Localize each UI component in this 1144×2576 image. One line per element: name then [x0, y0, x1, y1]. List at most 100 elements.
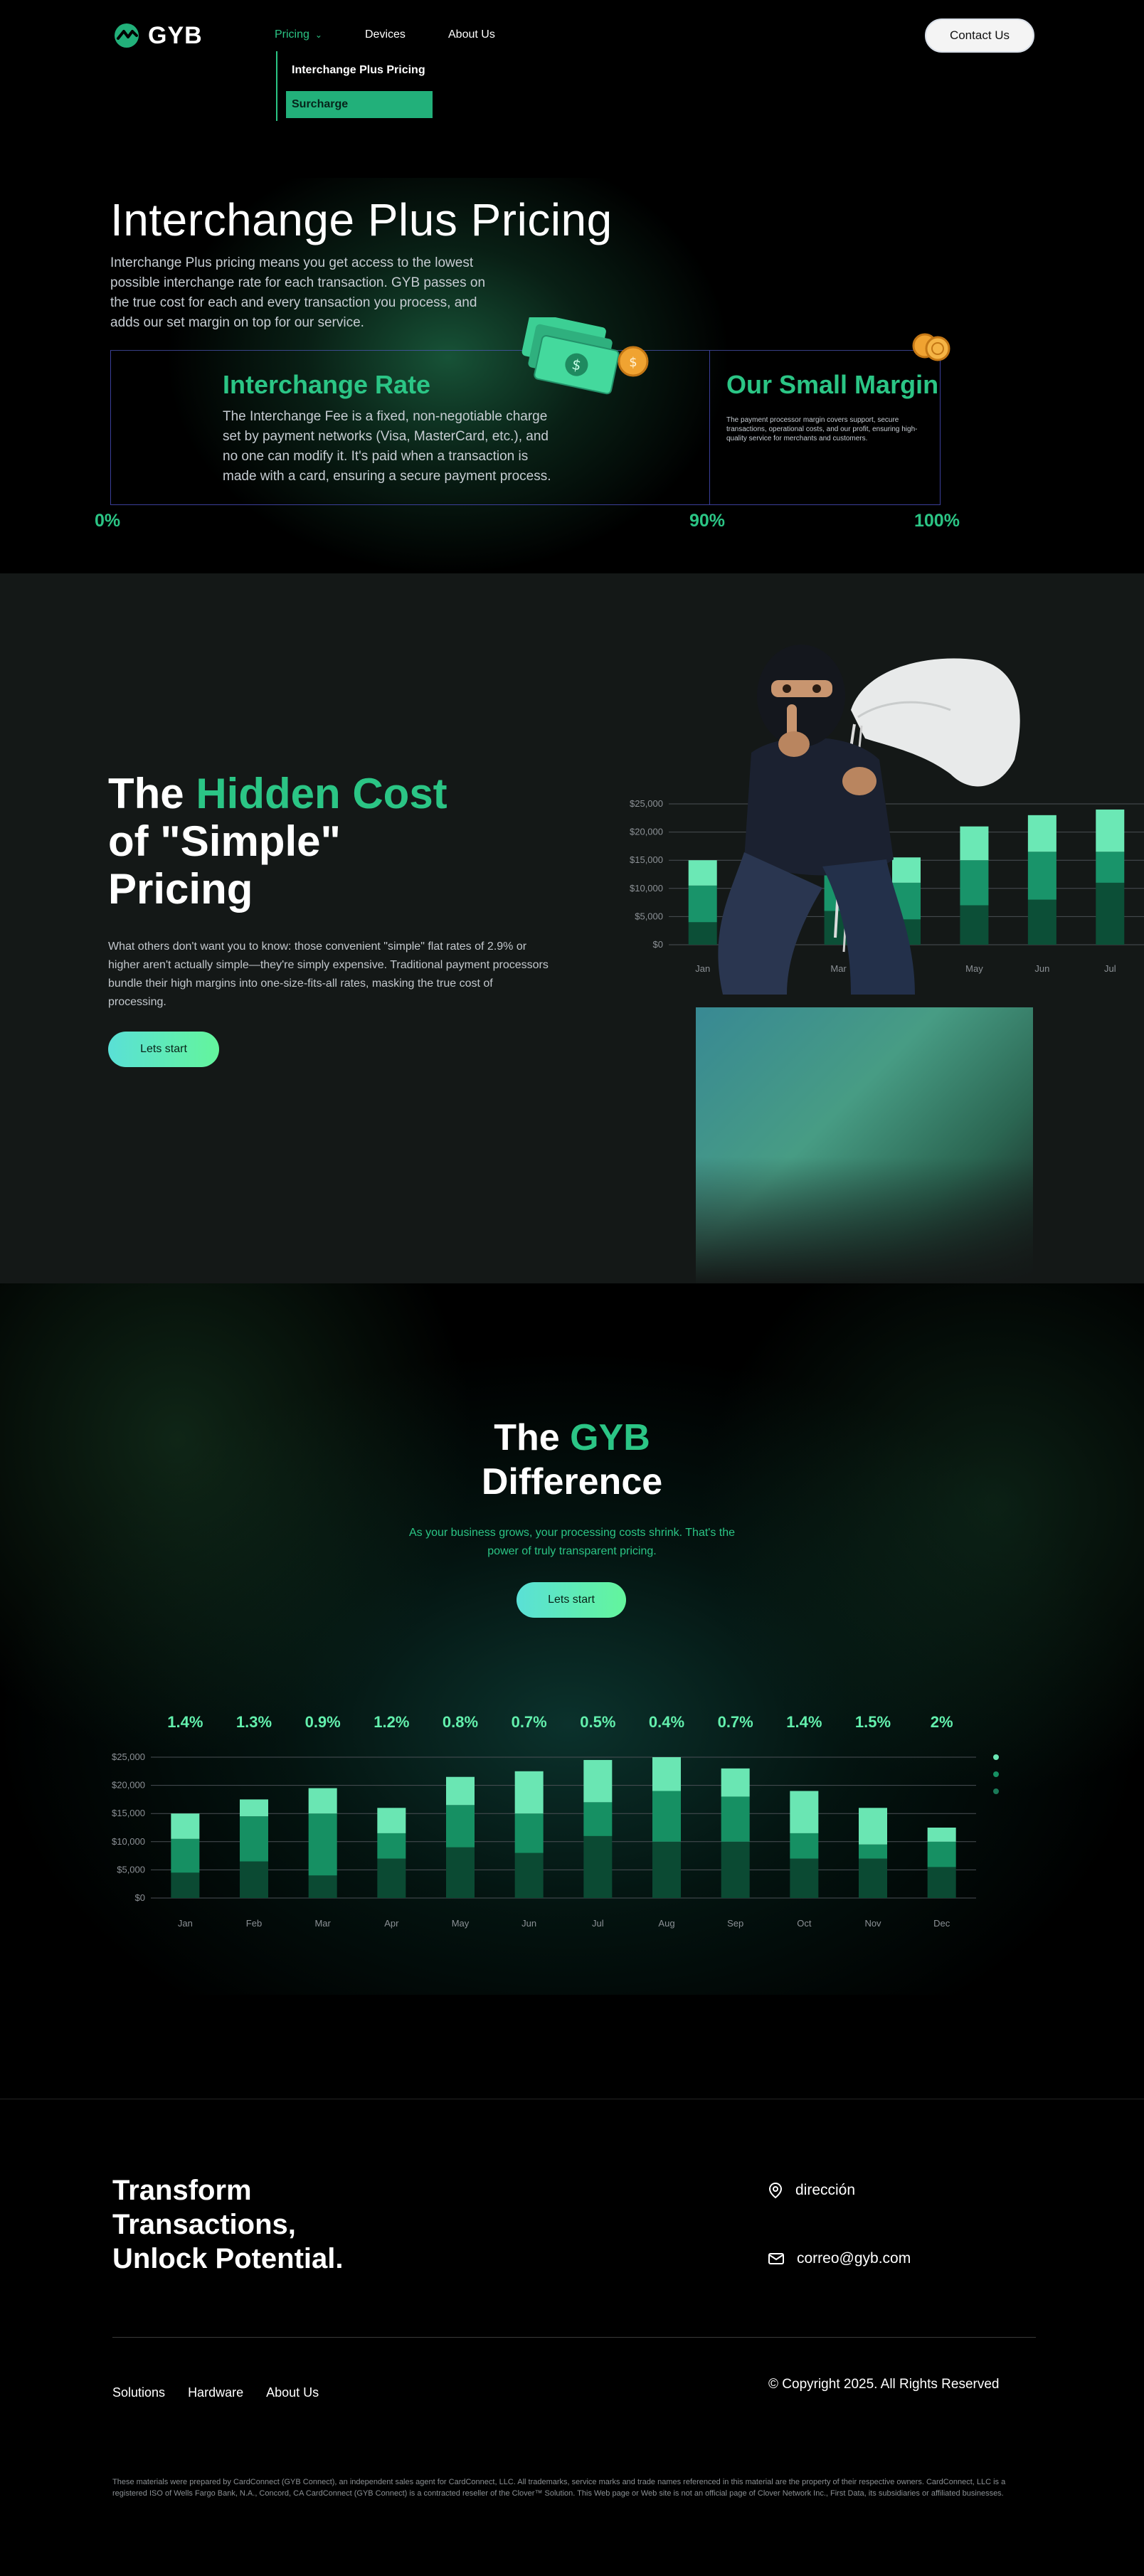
lets-start-button[interactable]: Lets start: [517, 1582, 626, 1618]
hidden-cost-text: What others don't want you to know: thos…: [108, 940, 549, 1008]
dropdown-item-surcharge[interactable]: Surcharge: [286, 91, 433, 118]
footer-links: Solutions Hardware About Us: [112, 2385, 319, 2400]
footer-email-text: correo@gyb.com: [797, 2250, 911, 2267]
hero-section: GYB Pricing ⌄ Devices About Us Interchan…: [0, 0, 1144, 573]
footer-tagline-line3: Unlock Potential.: [112, 2243, 344, 2274]
footer-link-about-us[interactable]: About Us: [266, 2385, 319, 2400]
difference-subtitle: As your business grows, your processing …: [408, 1527, 736, 1557]
chart-bar-segment: [652, 1841, 681, 1898]
hidden-cost-title: The Hidden Cost of "Simple" Pricing: [108, 770, 447, 913]
chart-bar-segment: [308, 1813, 337, 1876]
chart-bar-segment: [240, 1861, 268, 1898]
chart-legend-dot: [993, 1788, 999, 1794]
footer-address-text: dirección: [795, 2182, 856, 2198]
chart-bar-segment: [377, 1858, 406, 1898]
chevron-down-icon: ⌄: [314, 30, 322, 40]
chart-bar-segment: [790, 1833, 819, 1859]
dropdown-item-interchange-plus[interactable]: Interchange Plus Pricing: [292, 64, 425, 77]
chart-y-tick-label: $10,000: [112, 1836, 145, 1847]
chart-bar-segment: [859, 1844, 887, 1859]
chart-bar-segment: [927, 1867, 956, 1898]
chart-bar-segment: [514, 1771, 544, 1814]
money-stack-icon: $ $: [521, 317, 649, 395]
chart-bar-segment: [927, 1841, 956, 1867]
nav-pricing[interactable]: Pricing ⌄: [275, 28, 322, 41]
chart-bar-segment: [721, 1768, 750, 1797]
chart-bar-segment: [446, 1776, 475, 1806]
footer-tagline-line1: Transform: [112, 2175, 252, 2206]
chart-bar-segment: [1027, 852, 1056, 900]
chart-bar-segment: [514, 1853, 544, 1898]
mail-icon: [768, 2253, 784, 2264]
gyb-difference-section: The GYB Difference As your business grow…: [0, 1283, 1144, 2099]
chart-rate-label: 0.7%: [512, 1713, 547, 1731]
chart-rate-label: 0.8%: [443, 1713, 478, 1731]
chart-rate-label: 1.4%: [786, 1713, 822, 1731]
chart-y-tick-label: $25,000: [630, 798, 663, 809]
chart-y-tick-label: $0: [653, 939, 663, 950]
chart-y-tick-label: $15,000: [630, 854, 663, 865]
chart-x-tick-label: Aug: [658, 1918, 674, 1929]
chart-y-tick-label: $5,000: [117, 1864, 145, 1875]
chart-bar-segment: [652, 1757, 681, 1791]
scale-label-0: 0%: [95, 511, 121, 531]
chart-bar-segment: [240, 1816, 268, 1862]
hidden-cost-title-accent: Hidden Cost: [196, 770, 447, 817]
footer-email[interactable]: correo@gyb.com: [768, 2250, 911, 2267]
chart-rate-label: 1.2%: [374, 1713, 409, 1731]
chart-bar-segment: [721, 1796, 750, 1842]
decorative-gradient-fade: [696, 1157, 1033, 1283]
chart-x-tick-label: Mar: [314, 1918, 331, 1929]
chart-bar-segment: [446, 1805, 475, 1848]
chart-bar-segment: [790, 1791, 819, 1833]
chart-rate-label: 0.5%: [580, 1713, 615, 1731]
chart-bar-segment: [377, 1833, 406, 1859]
chart-rate-label: 0.7%: [718, 1713, 753, 1731]
footer-legal-disclaimer: These materials were prepared by CardCon…: [112, 2478, 1006, 2498]
hidden-cost-title-line2: of "Simple": [108, 817, 341, 865]
chart-x-tick-label: Sep: [727, 1918, 743, 1929]
chart-bar-segment: [1096, 852, 1125, 883]
hidden-cost-section: The Hidden Cost of "Simple" Pricing What…: [0, 573, 1144, 1283]
chart-y-tick-label: $20,000: [630, 827, 663, 837]
footer: Transform Transactions, Unlock Potential…: [0, 2099, 1144, 2576]
chart-legend-dot: [993, 1771, 999, 1777]
location-pin-icon: [768, 2182, 783, 2199]
contact-us-button[interactable]: Contact Us: [925, 18, 1034, 53]
chart-y-tick-label: $15,000: [112, 1808, 145, 1818]
footer-tagline-line2: Transactions,: [112, 2209, 296, 2240]
chart-rate-label: 0.9%: [305, 1713, 341, 1731]
chart-bar-segment: [859, 1858, 887, 1898]
chart-bar-segment: [171, 1872, 200, 1898]
chart-x-tick-label: May: [452, 1918, 470, 1929]
lets-start-button[interactable]: Lets start: [108, 1032, 219, 1067]
chart-bar-segment: [1027, 815, 1056, 852]
logo-text: GYB: [148, 21, 203, 49]
scale-label-90: 90%: [689, 511, 726, 531]
nav-devices[interactable]: Devices: [365, 28, 406, 41]
footer-link-solutions[interactable]: Solutions: [112, 2385, 165, 2400]
chart-rate-label: 1.3%: [236, 1713, 272, 1731]
chart-x-tick-label: Apr: [384, 1918, 399, 1929]
chart-bar-segment: [790, 1858, 819, 1898]
annual-rate-chart: $0 $5,000 $10,000 $15,000 $20,000 $25,000 Jan 1…: [112, 1713, 999, 1929]
chart-bar-segment: [583, 1802, 613, 1836]
pricing-divider: [709, 350, 710, 505]
chart-y-tick-label: $10,000: [630, 883, 663, 894]
footer-link-hardware[interactable]: Hardware: [188, 2385, 243, 2400]
chart-x-tick-label: Jul: [592, 1918, 604, 1929]
small-margin-title: Our Small Margin: [726, 370, 939, 399]
svg-text:$: $: [629, 355, 637, 370]
chart-bar-segment: [308, 1875, 337, 1898]
chart-bar-segment: [308, 1788, 337, 1814]
chart-y-tick-label: $25,000: [112, 1751, 145, 1762]
chart-bar-segment: [514, 1813, 544, 1853]
footer-divider: [112, 2337, 1036, 2338]
nav-about-us[interactable]: About Us: [448, 28, 495, 41]
small-margin-text: The payment processor margin covers supp…: [726, 416, 918, 442]
page-title: Interchange Plus Pricing: [110, 194, 613, 245]
chart-x-tick-label: Jun: [1034, 963, 1049, 974]
chart-rate-label: 1.5%: [855, 1713, 891, 1731]
logo[interactable]: GYB: [112, 21, 203, 50]
footer-address[interactable]: dirección: [768, 2182, 855, 2199]
